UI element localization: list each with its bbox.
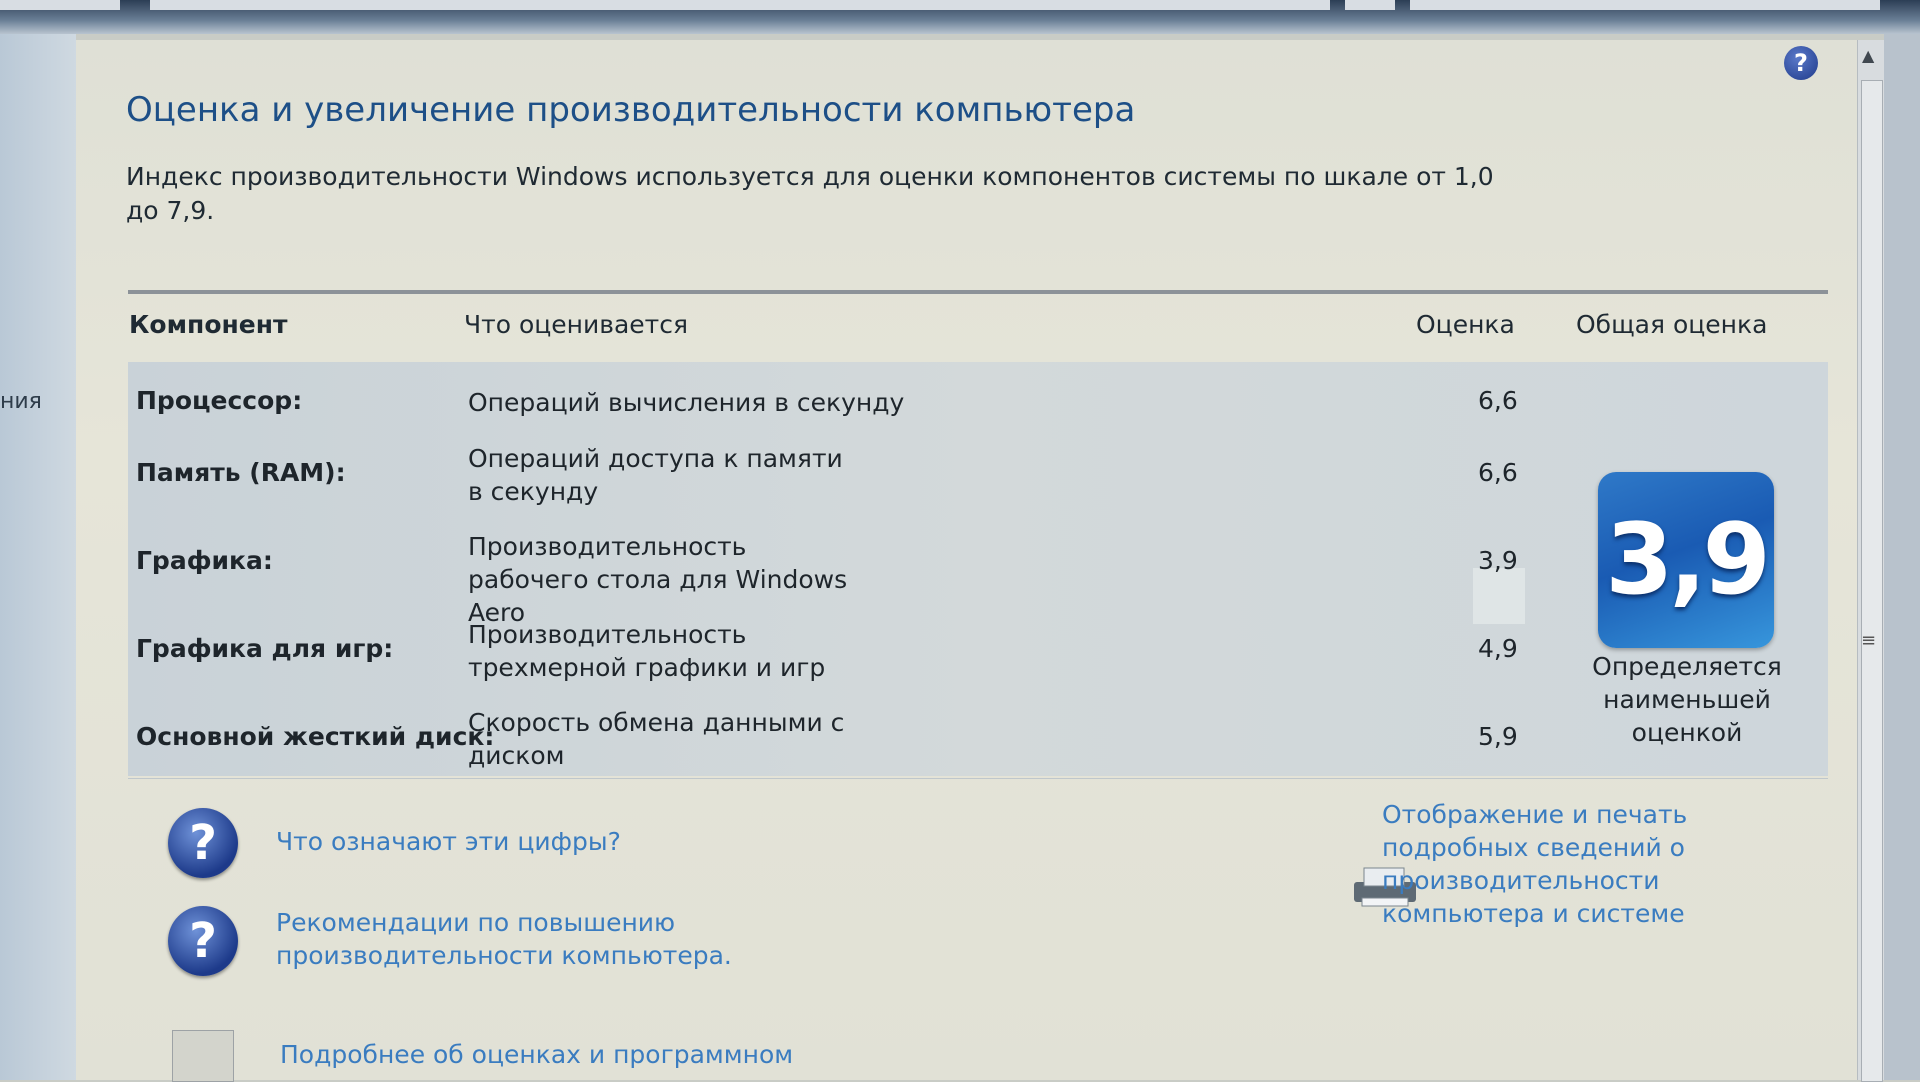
component-description: Скорость обмена данными с диском: [468, 708, 845, 770]
window-right-edge: [1884, 34, 1920, 1080]
print-details-link[interactable]: Отображение и печать подробных сведений …: [1382, 798, 1822, 930]
overall-score-badge: 3,9: [1598, 472, 1774, 648]
content-pane: ? Оценка и увеличение производительности…: [76, 40, 1858, 1082]
header-what: Что оценивается: [464, 310, 689, 339]
component-score: 6,6: [1478, 386, 1518, 415]
address-bar[interactable]: [150, 0, 1330, 10]
component-description: Операций доступа к памяти в секунду: [468, 444, 843, 506]
help-icon: ?: [168, 906, 238, 976]
performance-tips-link[interactable]: Рекомендации по повышению производительн…: [276, 906, 796, 972]
scroll-thumb[interactable]: [1861, 80, 1883, 1082]
component-label: Процессор:: [136, 386, 303, 415]
component-description: Операций вычисления в секунду: [468, 388, 905, 417]
component-description: Производительность трехмерной графики и …: [468, 620, 826, 682]
header-overall: Общая оценка: [1576, 310, 1768, 339]
grip-icon: ≡: [1861, 630, 1877, 651]
component-label: Графика для игр:: [136, 634, 394, 663]
table-top-rule: [128, 290, 1828, 294]
vertical-scrollbar[interactable]: ▲ ≡: [1857, 40, 1884, 1082]
nav-item-partial[interactable]: ния: [0, 389, 42, 414]
table-row: Графика: Производительность рабочего сто…: [128, 512, 1828, 627]
document-icon: [172, 1030, 234, 1082]
page-description: Индекс производительности Windows исполь…: [126, 162, 1494, 225]
component-score: 3,9: [1478, 546, 1518, 575]
details-link[interactable]: Подробнее об оценках и программном: [280, 1038, 793, 1071]
header-component: Компонент: [129, 310, 288, 339]
page-title: Оценка и увеличение производительности к…: [126, 90, 1136, 130]
window-title-bar: [0, 0, 1920, 34]
help-icon[interactable]: ?: [1784, 46, 1818, 80]
component-score: 4,9: [1478, 634, 1518, 663]
help-icon: ?: [168, 808, 238, 878]
table-row: Память (RAM): Операций доступа к памяти …: [128, 424, 1828, 506]
component-score: 6,6: [1478, 458, 1518, 487]
navigation-pane: ния: [0, 34, 76, 1080]
component-score: 5,9: [1478, 722, 1518, 751]
table-bottom-rule: [128, 778, 1828, 779]
component-label: Графика:: [136, 546, 273, 575]
what-numbers-link[interactable]: Что означают эти цифры?: [276, 825, 621, 858]
header-score: Оценка: [1416, 310, 1515, 339]
scroll-up-icon[interactable]: ▲: [1862, 46, 1874, 65]
overall-score-caption: Определяется наименьшей оценкой: [1592, 652, 1782, 747]
component-label: Основной жесткий диск:: [136, 722, 495, 751]
title-bar-segment: [0, 0, 120, 10]
component-label: Память (RAM):: [136, 458, 346, 487]
refresh-button[interactable]: [1345, 0, 1395, 10]
search-box[interactable]: [1410, 0, 1880, 10]
